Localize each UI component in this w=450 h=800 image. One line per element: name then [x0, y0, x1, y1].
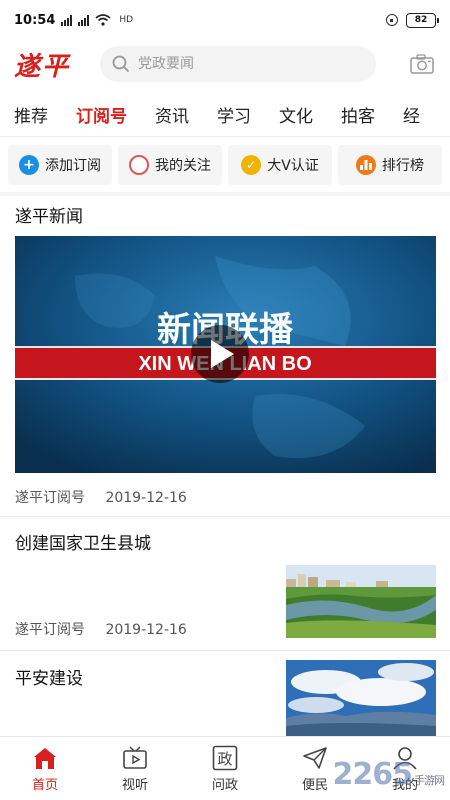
signal-icon: [78, 14, 90, 26]
my-follows-button[interactable]: 我的关注: [118, 145, 222, 185]
big-v-verify-button[interactable]: ✓ 大V认证: [228, 145, 332, 185]
nav-home[interactable]: 首页: [0, 737, 90, 800]
category-tabs: 推荐 订阅号 资讯 学习 文化 拍客 经: [0, 92, 450, 136]
feed-source: 遂平订阅号: [15, 490, 85, 506]
section-divider: [0, 192, 450, 196]
feed-thumbnail[interactable]: [286, 565, 436, 638]
search-bar[interactable]: [100, 46, 376, 82]
check-icon: ✓: [241, 155, 262, 175]
action-label: 我的关注: [155, 158, 211, 174]
tabs-divider: [0, 136, 450, 137]
action-label: 排行榜: [382, 158, 424, 174]
tab-study[interactable]: 学习: [217, 102, 251, 127]
camera-button[interactable]: [408, 50, 436, 78]
nav-label: 视听: [121, 777, 148, 793]
tab-recommend[interactable]: 推荐: [14, 102, 48, 127]
tv-icon: [122, 745, 148, 771]
feed-separator: [0, 516, 450, 517]
play-button[interactable]: [191, 325, 249, 383]
search-input[interactable]: [138, 56, 358, 72]
camera-icon: [410, 54, 434, 74]
tab-economy[interactable]: 经: [403, 102, 420, 127]
video-player[interactable]: 新闻联播 XIN WEN LIAN BO: [15, 236, 436, 473]
add-subscription-button[interactable]: + 添加订阅: [8, 145, 112, 185]
watermark-logo: 2265 手游网: [332, 757, 446, 792]
tab-culture[interactable]: 文化: [279, 102, 313, 127]
quick-actions: + 添加订阅 我的关注 ✓ 大V认证 排行榜: [0, 140, 450, 190]
battery-icon: 82: [406, 12, 439, 28]
chart-icon: [356, 155, 376, 175]
feed-title[interactable]: 创建国家卫生县城: [15, 529, 151, 554]
feed-meta: 遂平订阅号 2019-12-16: [15, 487, 187, 507]
send-icon: [302, 745, 328, 771]
nav-video[interactable]: 视听: [90, 737, 180, 800]
signal-icon: [61, 14, 73, 26]
feed-title[interactable]: 遂平新闻: [15, 202, 83, 227]
feed-separator: [0, 650, 450, 651]
circle-icon: [129, 155, 149, 175]
bottom-nav: 首页 视听 政 问政 便民 我的 2265 手游网: [0, 736, 450, 800]
nav-ask[interactable]: 政 问政: [180, 737, 270, 800]
feed-title[interactable]: 平安建设: [15, 664, 83, 689]
wifi-icon: [95, 14, 111, 26]
status-time: 10:54: [14, 12, 56, 28]
feed-date: 2019-12-16: [105, 490, 187, 506]
plus-icon: +: [19, 155, 39, 175]
action-label: 大V认证: [267, 158, 319, 174]
app-logo: 遂平: [14, 51, 71, 82]
feed-thumbnail[interactable]: [286, 660, 436, 736]
feed-date: 2019-12-16: [105, 622, 187, 638]
ask-icon: 政: [212, 745, 238, 771]
feed-meta: 遂平订阅号 2019-12-16: [15, 619, 187, 639]
home-icon: [32, 745, 58, 771]
tab-subscriptions[interactable]: 订阅号: [76, 102, 127, 127]
search-icon: [112, 55, 130, 73]
tab-photo[interactable]: 拍客: [341, 102, 375, 127]
action-label: 添加订阅: [45, 158, 101, 174]
network-type: HD: [119, 15, 134, 25]
status-bar: 10:54 HD 82: [0, 0, 450, 40]
nav-label: 首页: [31, 777, 58, 793]
feed-source: 遂平订阅号: [15, 622, 85, 638]
header: 遂平: [0, 40, 450, 88]
lock-icon: [386, 14, 398, 26]
nav-label: 便民: [301, 777, 328, 793]
ranking-button[interactable]: 排行榜: [338, 145, 442, 185]
svg-text:政: 政: [217, 750, 232, 768]
tab-news[interactable]: 资讯: [155, 102, 189, 127]
nav-label: 问政: [211, 777, 238, 793]
